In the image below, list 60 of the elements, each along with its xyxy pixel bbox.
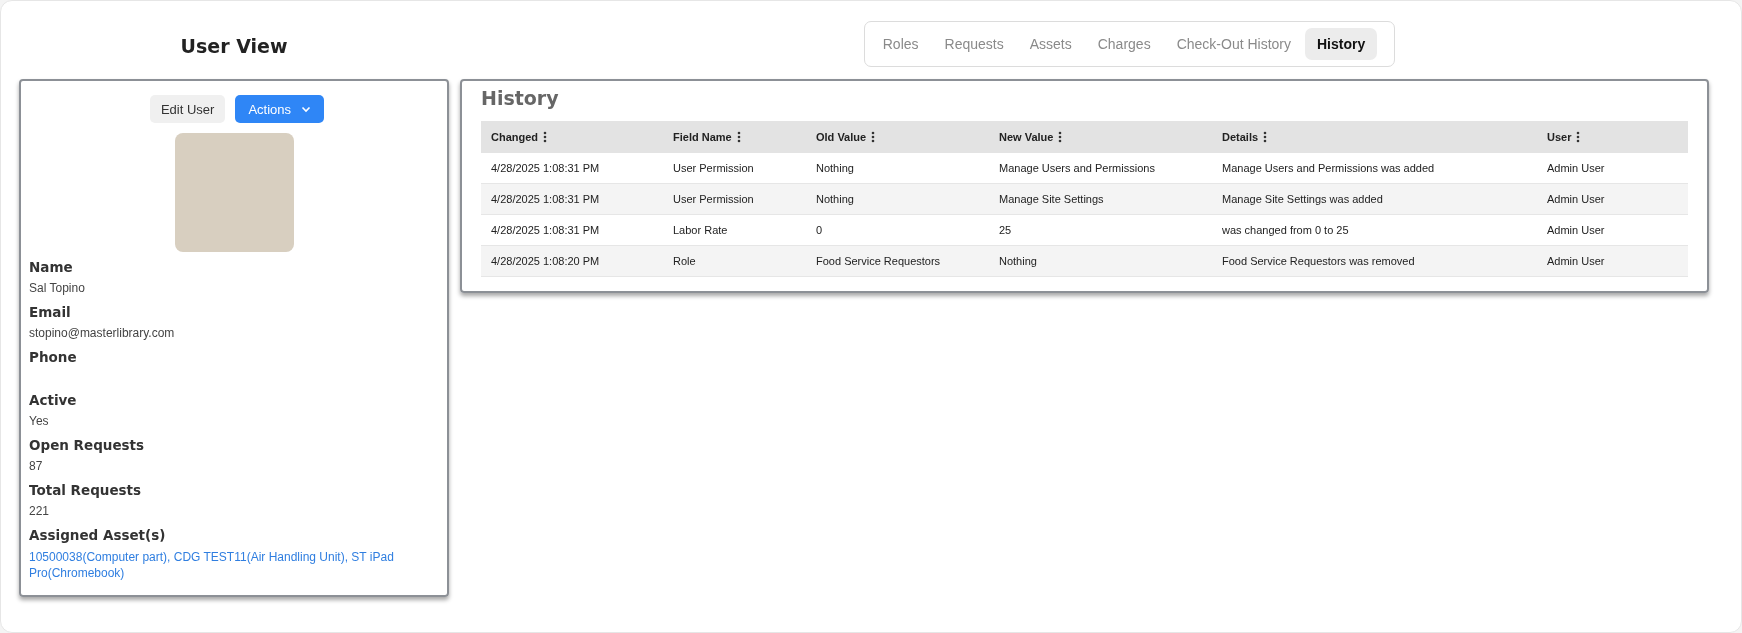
column-menu-icon[interactable]	[736, 131, 741, 143]
field-label: Name	[29, 259, 74, 275]
table-cell: Food Service Requestors was removed	[1212, 245, 1537, 277]
section-title: History	[481, 87, 560, 109]
field-value: Yes	[29, 414, 50, 428]
table-cell: Food Service Requestors	[806, 245, 989, 277]
tab[interactable]: Check-Out History	[1164, 28, 1303, 60]
table-cell: Role	[663, 245, 806, 277]
field-value: 221	[29, 504, 51, 518]
table-cell: 4/28/2025 1:08:31 PM	[481, 214, 663, 246]
column-menu-icon[interactable]	[543, 131, 548, 143]
tab[interactable]: Assets	[1017, 28, 1084, 60]
table-cell: Admin User	[1537, 153, 1688, 184]
table-cell: Nothing	[806, 153, 989, 184]
table-cell: 25	[989, 214, 1212, 246]
column-menu-icon[interactable]	[1058, 131, 1063, 143]
column-header: Changed	[491, 131, 539, 143]
table-cell: 0	[806, 214, 989, 246]
table-cell: Manage Users and Permissions	[989, 153, 1212, 184]
field-label: Phone	[29, 349, 78, 365]
column-header: Old Value	[816, 131, 867, 143]
table-cell: 4/28/2025 1:08:31 PM	[481, 153, 663, 184]
actions-dropdown-button[interactable]: Actions	[235, 95, 325, 123]
field-value: stopino@masterlibrary.com	[29, 326, 176, 340]
column-menu-icon[interactable]	[1263, 131, 1268, 143]
table-cell: Nothing	[806, 183, 989, 215]
asset-links[interactable]: 10500038(Computer part), CDG TEST11(Air Handling Unit), ST iPad Pro(Chromebook)	[29, 549, 424, 581]
field-value: 87	[29, 459, 44, 473]
field-label: Email	[29, 304, 72, 320]
tab[interactable]: Charges	[1085, 28, 1163, 60]
table-cell: Nothing	[989, 245, 1212, 277]
tab[interactable]: Roles	[870, 28, 931, 60]
table-cell: Manage Site Settings	[989, 183, 1212, 215]
column-menu-icon[interactable]	[1576, 131, 1581, 143]
table-cell: Admin User	[1537, 183, 1688, 215]
edit-user-button[interactable]: Edit User	[149, 95, 226, 123]
column-header: New Value	[999, 131, 1054, 143]
field-label: Assigned Asset(s)	[29, 527, 167, 543]
table-cell: Manage Users and Permissions was added	[1212, 153, 1537, 184]
tab[interactable]: History	[1305, 28, 1378, 60]
table-cell: Labor Rate	[663, 214, 806, 246]
column-header: Field Name	[673, 131, 732, 143]
field-label: Open Requests	[29, 437, 146, 453]
table-cell: Admin User	[1537, 245, 1688, 277]
field-value: Sal Topino	[29, 281, 86, 295]
field-label: Total Requests	[29, 482, 143, 498]
table-cell: was changed from 0 to 25	[1212, 214, 1537, 246]
table-cell: Admin User	[1537, 214, 1688, 246]
column-header: User	[1547, 131, 1572, 143]
table-cell: Manage Site Settings was added	[1212, 183, 1537, 215]
tab[interactable]: Requests	[932, 28, 1016, 60]
caret-icon	[301, 105, 312, 113]
table-cell: 4/28/2025 1:08:20 PM	[481, 245, 663, 277]
column-header: Details	[1222, 131, 1259, 143]
page-title: User View	[179, 35, 289, 57]
table-cell: 4/28/2025 1:08:31 PM	[481, 183, 663, 215]
field-label: Active	[29, 392, 78, 408]
table-cell: User Permission	[663, 183, 806, 215]
table-cell: User Permission	[663, 153, 806, 184]
column-menu-icon[interactable]	[871, 131, 876, 143]
